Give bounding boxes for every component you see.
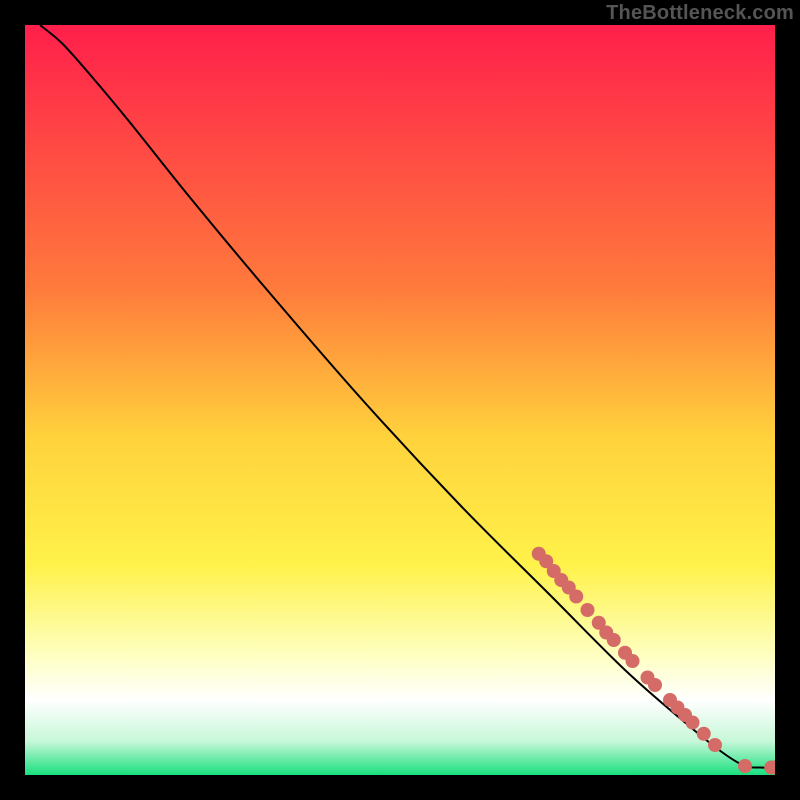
data-marker bbox=[607, 633, 621, 647]
data-marker bbox=[648, 678, 662, 692]
gradient-chart bbox=[25, 25, 775, 775]
data-marker bbox=[581, 603, 595, 617]
data-marker bbox=[708, 738, 722, 752]
data-marker bbox=[626, 654, 640, 668]
data-marker bbox=[738, 759, 752, 773]
plot-area bbox=[25, 25, 775, 775]
data-marker bbox=[686, 716, 700, 730]
data-marker bbox=[569, 590, 583, 604]
data-marker bbox=[697, 727, 711, 741]
watermark-text: TheBottleneck.com bbox=[606, 2, 794, 25]
gradient-background bbox=[25, 25, 775, 775]
chart-frame: TheBottleneck.com bbox=[0, 0, 800, 800]
